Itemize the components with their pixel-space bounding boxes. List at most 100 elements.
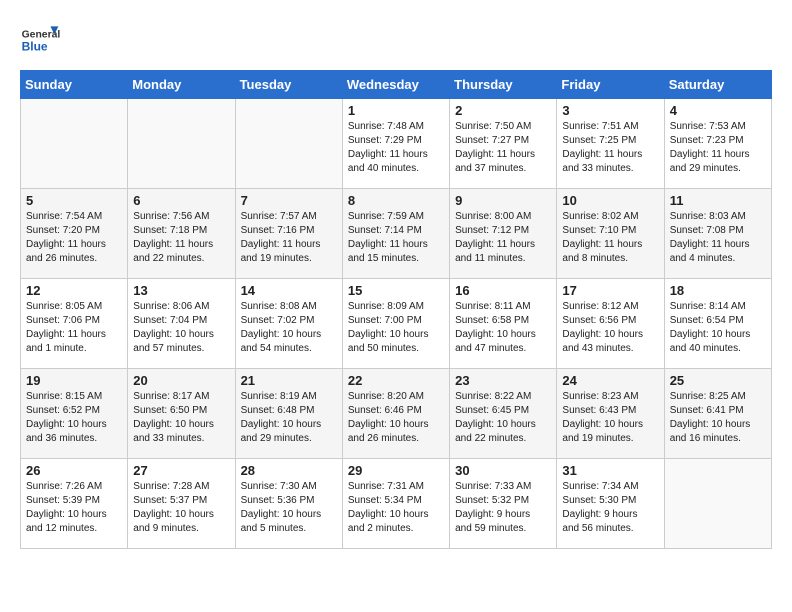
day-info: Sunrise: 8:08 AM Sunset: 7:02 PM Dayligh… bbox=[241, 300, 337, 356]
day-info: Sunrise: 7:30 AM Sunset: 5:36 PM Dayligh… bbox=[241, 480, 337, 536]
day-number: 15 bbox=[348, 283, 444, 298]
weekday-header-row: SundayMondayTuesdayWednesdayThursdayFrid… bbox=[21, 71, 772, 99]
week-row-4: 19 Sunrise: 8:15 AM Sunset: 6:52 PM Dayli… bbox=[21, 369, 772, 459]
day-info: Sunrise: 7:50 AM Sunset: 7:27 PM Dayligh… bbox=[455, 120, 551, 176]
day-cell: 14 Sunrise: 8:08 AM Sunset: 7:02 PM Dayli… bbox=[235, 279, 342, 369]
day-cell: 27 Sunrise: 7:28 AM Sunset: 5:37 PM Dayli… bbox=[128, 459, 235, 549]
day-info: Sunrise: 7:26 AM Sunset: 5:39 PM Dayligh… bbox=[26, 480, 122, 536]
day-info: Sunrise: 8:14 AM Sunset: 6:54 PM Dayligh… bbox=[670, 300, 766, 356]
day-info: Sunrise: 7:33 AM Sunset: 5:32 PM Dayligh… bbox=[455, 480, 551, 536]
day-info: Sunrise: 7:53 AM Sunset: 7:23 PM Dayligh… bbox=[670, 120, 766, 176]
day-cell bbox=[21, 99, 128, 189]
day-info: Sunrise: 8:09 AM Sunset: 7:00 PM Dayligh… bbox=[348, 300, 444, 356]
calendar-table: SundayMondayTuesdayWednesdayThursdayFrid… bbox=[20, 70, 772, 549]
day-info: Sunrise: 7:34 AM Sunset: 5:30 PM Dayligh… bbox=[562, 480, 658, 536]
svg-text:Blue: Blue bbox=[22, 39, 48, 53]
day-info: Sunrise: 7:57 AM Sunset: 7:16 PM Dayligh… bbox=[241, 210, 337, 266]
day-number: 24 bbox=[562, 373, 658, 388]
weekday-header-friday: Friday bbox=[557, 71, 664, 99]
day-number: 5 bbox=[26, 193, 122, 208]
day-cell: 18 Sunrise: 8:14 AM Sunset: 6:54 PM Dayli… bbox=[664, 279, 771, 369]
weekday-header-wednesday: Wednesday bbox=[342, 71, 449, 99]
day-cell: 3 Sunrise: 7:51 AM Sunset: 7:25 PM Daylig… bbox=[557, 99, 664, 189]
day-number: 23 bbox=[455, 373, 551, 388]
day-info: Sunrise: 7:56 AM Sunset: 7:18 PM Dayligh… bbox=[133, 210, 229, 266]
weekday-header-saturday: Saturday bbox=[664, 71, 771, 99]
day-info: Sunrise: 7:28 AM Sunset: 5:37 PM Dayligh… bbox=[133, 480, 229, 536]
day-cell: 26 Sunrise: 7:26 AM Sunset: 5:39 PM Dayli… bbox=[21, 459, 128, 549]
week-row-3: 12Sunrise: 8:05 AM Sunset: 7:06 PM Dayli… bbox=[21, 279, 772, 369]
day-cell bbox=[128, 99, 235, 189]
day-number: 2 bbox=[455, 103, 551, 118]
day-number: 10 bbox=[562, 193, 658, 208]
day-info: Sunrise: 7:31 AM Sunset: 5:34 PM Dayligh… bbox=[348, 480, 444, 536]
day-number: 26 bbox=[26, 463, 122, 478]
week-row-5: 26 Sunrise: 7:26 AM Sunset: 5:39 PM Dayli… bbox=[21, 459, 772, 549]
week-row-2: 5 Sunrise: 7:54 AM Sunset: 7:20 PM Daylig… bbox=[21, 189, 772, 279]
day-cell: 6Sunrise: 7:56 AM Sunset: 7:18 PM Daylig… bbox=[128, 189, 235, 279]
day-info: Sunrise: 8:11 AM Sunset: 6:58 PM Dayligh… bbox=[455, 300, 551, 356]
day-number: 9 bbox=[455, 193, 551, 208]
day-cell: 23Sunrise: 8:22 AM Sunset: 6:45 PM Dayli… bbox=[450, 369, 557, 459]
weekday-header-thursday: Thursday bbox=[450, 71, 557, 99]
day-number: 25 bbox=[670, 373, 766, 388]
day-cell: 8Sunrise: 7:59 AM Sunset: 7:14 PM Daylig… bbox=[342, 189, 449, 279]
day-info: Sunrise: 8:15 AM Sunset: 6:52 PM Dayligh… bbox=[26, 390, 122, 446]
day-cell: 10 Sunrise: 8:02 AM Sunset: 7:10 PM Dayli… bbox=[557, 189, 664, 279]
day-number: 27 bbox=[133, 463, 229, 478]
day-number: 3 bbox=[562, 103, 658, 118]
day-cell: 2 Sunrise: 7:50 AM Sunset: 7:27 PM Daylig… bbox=[450, 99, 557, 189]
day-info: Sunrise: 8:00 AM Sunset: 7:12 PM Dayligh… bbox=[455, 210, 551, 266]
day-number: 31 bbox=[562, 463, 658, 478]
day-cell: 29Sunrise: 7:31 AM Sunset: 5:34 PM Dayli… bbox=[342, 459, 449, 549]
day-cell: 12Sunrise: 8:05 AM Sunset: 7:06 PM Dayli… bbox=[21, 279, 128, 369]
day-info: Sunrise: 8:06 AM Sunset: 7:04 PM Dayligh… bbox=[133, 300, 229, 356]
day-cell bbox=[235, 99, 342, 189]
day-cell: 28 Sunrise: 7:30 AM Sunset: 5:36 PM Dayli… bbox=[235, 459, 342, 549]
day-info: Sunrise: 8:17 AM Sunset: 6:50 PM Dayligh… bbox=[133, 390, 229, 446]
day-info: Sunrise: 7:51 AM Sunset: 7:25 PM Dayligh… bbox=[562, 120, 658, 176]
day-number: 1 bbox=[348, 103, 444, 118]
day-cell: 16 Sunrise: 8:11 AM Sunset: 6:58 PM Dayli… bbox=[450, 279, 557, 369]
day-number: 13 bbox=[133, 283, 229, 298]
day-cell: 5 Sunrise: 7:54 AM Sunset: 7:20 PM Daylig… bbox=[21, 189, 128, 279]
day-cell: 1 Sunrise: 7:48 AM Sunset: 7:29 PM Daylig… bbox=[342, 99, 449, 189]
day-number: 16 bbox=[455, 283, 551, 298]
weekday-header-tuesday: Tuesday bbox=[235, 71, 342, 99]
weekday-header-sunday: Sunday bbox=[21, 71, 128, 99]
day-number: 18 bbox=[670, 283, 766, 298]
day-number: 30 bbox=[455, 463, 551, 478]
day-number: 28 bbox=[241, 463, 337, 478]
day-cell: 30 Sunrise: 7:33 AM Sunset: 5:32 PM Dayli… bbox=[450, 459, 557, 549]
day-info: Sunrise: 8:20 AM Sunset: 6:46 PM Dayligh… bbox=[348, 390, 444, 446]
day-cell: 7 Sunrise: 7:57 AM Sunset: 7:16 PM Daylig… bbox=[235, 189, 342, 279]
day-cell: 11Sunrise: 8:03 AM Sunset: 7:08 PM Dayli… bbox=[664, 189, 771, 279]
day-cell: 15 Sunrise: 8:09 AM Sunset: 7:00 PM Dayli… bbox=[342, 279, 449, 369]
day-cell: 20 Sunrise: 8:17 AM Sunset: 6:50 PM Dayli… bbox=[128, 369, 235, 459]
week-row-1: 1 Sunrise: 7:48 AM Sunset: 7:29 PM Daylig… bbox=[21, 99, 772, 189]
day-info: Sunrise: 7:48 AM Sunset: 7:29 PM Dayligh… bbox=[348, 120, 444, 176]
day-number: 21 bbox=[241, 373, 337, 388]
day-cell: 22Sunrise: 8:20 AM Sunset: 6:46 PM Dayli… bbox=[342, 369, 449, 459]
day-number: 14 bbox=[241, 283, 337, 298]
day-cell: 19 Sunrise: 8:15 AM Sunset: 6:52 PM Dayli… bbox=[21, 369, 128, 459]
day-number: 17 bbox=[562, 283, 658, 298]
day-info: Sunrise: 7:54 AM Sunset: 7:20 PM Dayligh… bbox=[26, 210, 122, 266]
day-info: Sunrise: 8:23 AM Sunset: 6:43 PM Dayligh… bbox=[562, 390, 658, 446]
logo: General Blue bbox=[20, 20, 66, 60]
day-info: Sunrise: 8:02 AM Sunset: 7:10 PM Dayligh… bbox=[562, 210, 658, 266]
day-info: Sunrise: 7:59 AM Sunset: 7:14 PM Dayligh… bbox=[348, 210, 444, 266]
page-header: General Blue bbox=[20, 20, 772, 60]
day-cell: 21Sunrise: 8:19 AM Sunset: 6:48 PM Dayli… bbox=[235, 369, 342, 459]
day-number: 20 bbox=[133, 373, 229, 388]
day-cell bbox=[664, 459, 771, 549]
day-number: 7 bbox=[241, 193, 337, 208]
day-number: 11 bbox=[670, 193, 766, 208]
day-cell: 24 Sunrise: 8:23 AM Sunset: 6:43 PM Dayli… bbox=[557, 369, 664, 459]
day-cell: 4Sunrise: 7:53 AM Sunset: 7:23 PM Daylig… bbox=[664, 99, 771, 189]
day-info: Sunrise: 8:12 AM Sunset: 6:56 PM Dayligh… bbox=[562, 300, 658, 356]
day-cell: 17 Sunrise: 8:12 AM Sunset: 6:56 PM Dayli… bbox=[557, 279, 664, 369]
day-cell: 9 Sunrise: 8:00 AM Sunset: 7:12 PM Daylig… bbox=[450, 189, 557, 279]
day-number: 19 bbox=[26, 373, 122, 388]
day-number: 12 bbox=[26, 283, 122, 298]
